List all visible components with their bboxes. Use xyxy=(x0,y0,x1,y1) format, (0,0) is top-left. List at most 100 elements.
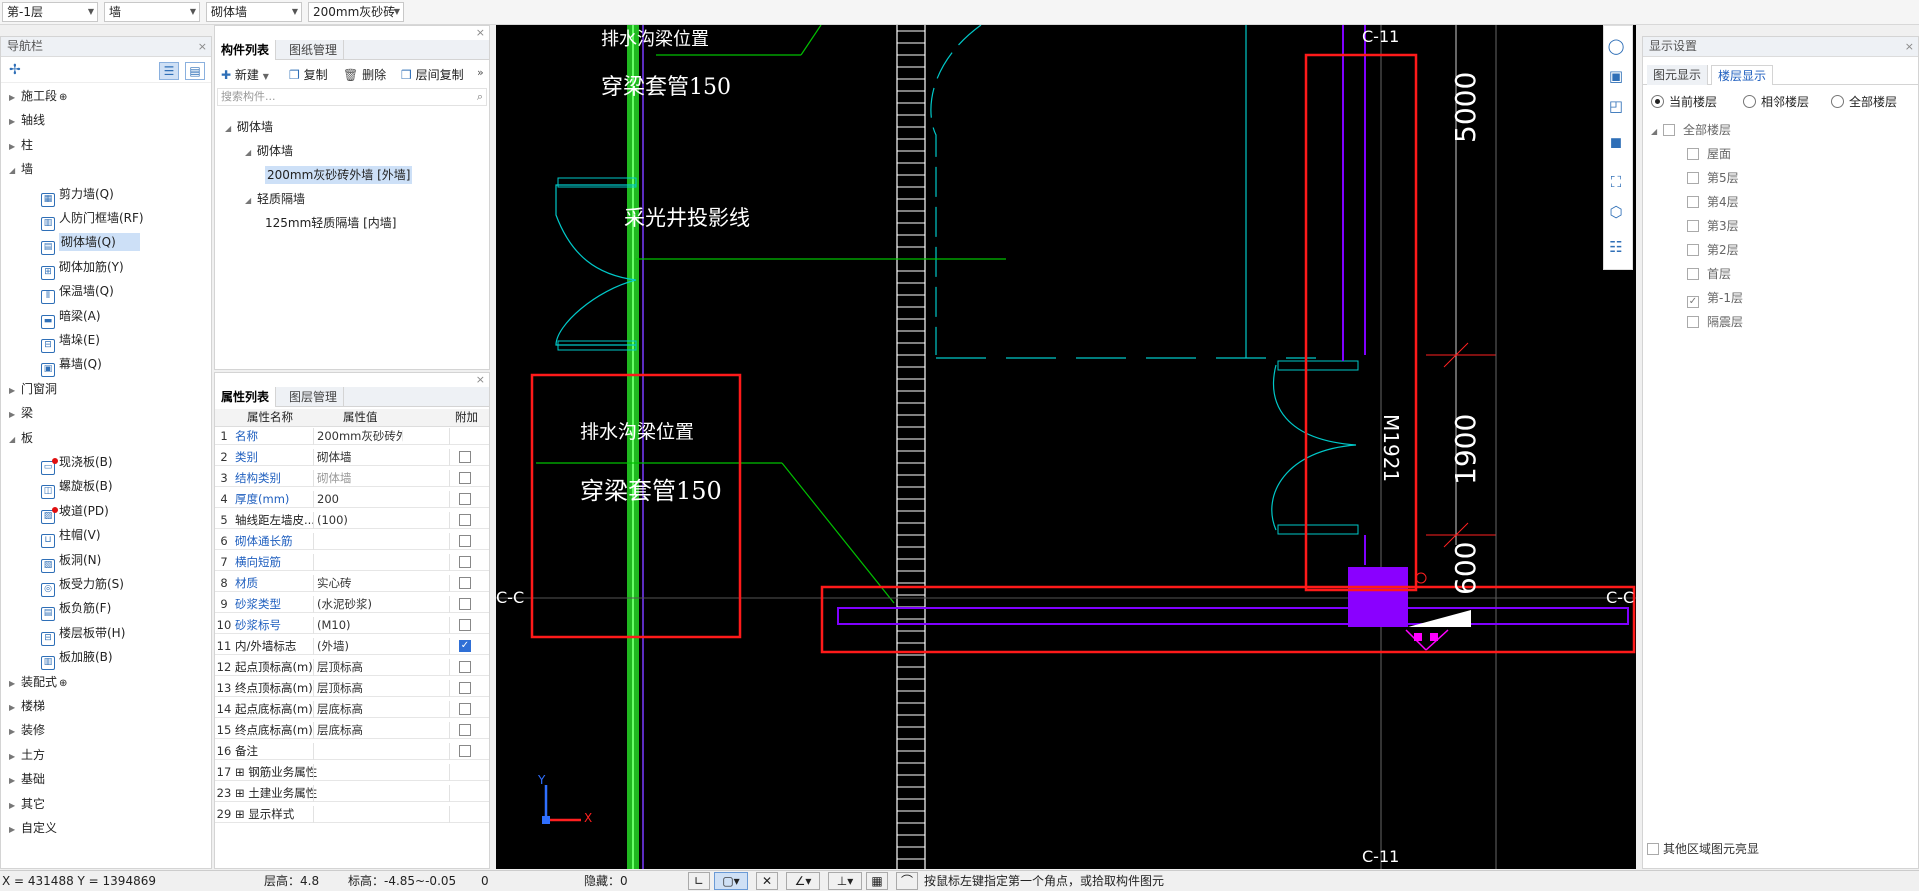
chevron-down-icon[interactable]: ◢ xyxy=(225,118,237,140)
cube-shaded-icon[interactable]: ◼ xyxy=(1603,130,1629,154)
nav-item[interactable]: ▶ 门窗洞 xyxy=(9,378,57,400)
nav-item[interactable]: ◢ 墙 xyxy=(9,158,33,180)
property-checkbox[interactable] xyxy=(459,472,471,484)
floor-radio-option[interactable]: 相邻楼层 xyxy=(1743,91,1809,113)
property-row[interactable]: 11 内/外墙标志 (外墙) ✓ xyxy=(215,638,489,655)
pin-icon[interactable]: ✢ xyxy=(9,62,21,78)
tab-component-list[interactable]: 构件列表 xyxy=(215,40,277,60)
floor-item[interactable]: 首层 xyxy=(1687,263,1731,285)
close-icon[interactable]: × xyxy=(198,37,207,56)
radio-button[interactable] xyxy=(1743,95,1756,108)
nav-item[interactable]: ▥ 人防门框墙(RF) xyxy=(41,207,144,231)
nav-item[interactable]: ▶ 装修 xyxy=(9,719,45,741)
highlight-other-checkbox[interactable] xyxy=(1647,843,1659,855)
property-checkbox[interactable] xyxy=(459,556,471,568)
floor-item[interactable]: 隔震层 xyxy=(1687,311,1743,333)
floor-checkbox[interactable] xyxy=(1687,172,1699,184)
floor-radio-option[interactable]: 全部楼层 xyxy=(1831,91,1897,113)
copy-button[interactable]: ❐ 复制 xyxy=(289,66,328,84)
property-row[interactable]: 12 起点顶标高(m) 层顶标高 xyxy=(215,659,489,676)
component-select[interactable]: 200mm灰砂砖 ▼ xyxy=(308,2,404,22)
nav-item[interactable]: ▶ 轴线 xyxy=(9,109,45,131)
highlight-other-toggle[interactable]: 其他区域图元亮显 xyxy=(1647,840,1759,857)
floor-item[interactable]: ✓ 第-1层 xyxy=(1687,287,1743,309)
delete-button[interactable]: 🗑 删除 xyxy=(343,66,386,84)
orbit-icon[interactable]: ◯ xyxy=(1603,34,1629,58)
close-icon[interactable]: × xyxy=(215,373,489,387)
chevron-down-icon[interactable]: ◢ xyxy=(245,142,257,164)
chevron-right-icon[interactable]: ▶ xyxy=(9,673,21,695)
tab-element-display[interactable]: 图元显示 xyxy=(1647,65,1709,85)
nav-item[interactable]: ▶ 自定义 xyxy=(9,817,57,839)
cube-icon[interactable]: ◰ xyxy=(1603,94,1629,118)
property-checkbox[interactable] xyxy=(459,451,471,463)
property-value[interactable]: 层顶标高 xyxy=(317,659,403,675)
nav-item[interactable]: ▤ 砌体墙(Q) xyxy=(41,231,140,256)
property-row[interactable]: 17 ⊞ 钢筋业务属性 xyxy=(215,764,489,781)
property-row[interactable]: 3 结构类别 砌体墙 xyxy=(215,470,489,487)
view-cube-icon[interactable]: ⬡ xyxy=(1603,200,1629,224)
property-checkbox[interactable]: ✓ xyxy=(459,640,471,652)
chevron-right-icon[interactable]: ▶ xyxy=(9,819,21,841)
3d-icon[interactable]: ▣ xyxy=(1603,64,1629,88)
component-tree-item[interactable]: 125mm轻质隔墙 [内墙] xyxy=(265,212,396,234)
property-checkbox[interactable] xyxy=(459,514,471,526)
nav-item[interactable]: ◫ 螺旋板(B) xyxy=(41,475,113,500)
nav-item[interactable]: ▥ 板加腋(B) xyxy=(41,646,113,671)
nav-item[interactable]: ⊔ 柱帽(V) xyxy=(41,524,101,549)
property-checkbox[interactable] xyxy=(459,745,471,757)
settings-list-icon[interactable]: ☷ xyxy=(1603,235,1629,259)
property-row[interactable]: 2 类别 砌体墙 xyxy=(215,449,489,466)
nav-item[interactable]: ▦ 剪力墙(Q) xyxy=(41,183,114,207)
angle-icon[interactable]: ∠▾ xyxy=(786,872,820,890)
snap-icon[interactable]: ▢▾ xyxy=(714,872,748,890)
component-tree-item[interactable]: ◢ 轻质隔墙 xyxy=(245,188,305,210)
dimension-icon[interactable]: ⊥▾ xyxy=(828,872,862,890)
floor-item[interactable]: 第3层 xyxy=(1687,215,1739,237)
nav-item[interactable]: ▬ 暗梁(A) xyxy=(41,305,101,329)
property-row[interactable]: 6 砌体通长筋 xyxy=(215,533,489,550)
nav-item[interactable]: ⊞ 砌体加筋(Y) xyxy=(41,256,124,280)
floor-item[interactable]: 第2层 xyxy=(1687,239,1739,261)
new-button[interactable]: ✚ 新建 ▼ xyxy=(221,66,269,86)
property-value[interactable]: 200mm灰砂砖外... xyxy=(317,428,403,444)
curve-icon[interactable]: ⌒ xyxy=(896,872,918,890)
chevron-right-icon[interactable]: ▶ xyxy=(9,111,21,133)
property-row[interactable]: 9 砂浆类型 (水泥砂浆) xyxy=(215,596,489,613)
chevron-down-icon[interactable]: ◢ xyxy=(9,429,21,451)
property-row[interactable]: 4 厚度(mm) 200 xyxy=(215,491,489,508)
component-tree-item[interactable]: ◢ 砌体墙 xyxy=(225,116,273,138)
floor-checkbox[interactable] xyxy=(1687,148,1699,160)
floor-item[interactable]: 第5层 xyxy=(1687,167,1739,189)
nav-item[interactable]: ▣ 幕墙(Q) xyxy=(41,353,102,378)
property-checkbox[interactable] xyxy=(459,598,471,610)
list-view-icon[interactable]: ☰ xyxy=(159,62,179,80)
property-row[interactable]: 1 名称 200mm灰砂砖外... xyxy=(215,428,489,445)
property-value[interactable]: (水泥砂浆) xyxy=(317,596,403,612)
property-checkbox[interactable] xyxy=(459,577,471,589)
tab-layer-management[interactable]: 图层管理 xyxy=(283,387,345,407)
component-tree-item[interactable]: ◢ 砌体墙 xyxy=(245,140,293,162)
chevron-right-icon[interactable]: ▶ xyxy=(9,795,21,817)
radio-button[interactable] xyxy=(1831,95,1844,108)
radio-button[interactable] xyxy=(1651,95,1664,108)
floor-checkbox[interactable] xyxy=(1687,196,1699,208)
floor-item[interactable]: 第4层 xyxy=(1687,191,1739,213)
property-row[interactable]: 15 终点底标高(m) 层底标高 xyxy=(215,722,489,739)
grid-icon[interactable]: ▦ xyxy=(866,872,888,890)
property-row[interactable]: 23 ⊞ 土建业务属性 xyxy=(215,785,489,802)
root-floor-item[interactable]: ◢ 全部楼层 xyxy=(1651,119,1731,141)
chevron-down-icon[interactable]: ◢ xyxy=(9,160,21,182)
property-value[interactable]: (外墙) xyxy=(317,638,403,654)
zoom-extents-icon[interactable]: ⛶ xyxy=(1603,170,1629,194)
nav-item[interactable]: ▤ 板负筋(F) xyxy=(41,597,111,622)
nav-item[interactable]: ⦀ 保温墙(Q) xyxy=(41,280,114,305)
nav-item[interactable]: ▶ 施工段 ⊕ xyxy=(9,85,67,107)
drawing-canvas[interactable]: 排水沟梁位置 穿梁套管150 采光井投影线 排水沟梁位置 穿梁套管150 C-1… xyxy=(496,25,1636,869)
floor-checkbox[interactable] xyxy=(1687,244,1699,256)
nav-item[interactable]: ▶ 梁 xyxy=(9,402,33,424)
chevron-right-icon[interactable]: ▶ xyxy=(9,380,21,402)
expand-icon[interactable]: ⊞ xyxy=(235,786,248,800)
property-checkbox[interactable] xyxy=(459,535,471,547)
ortho-icon[interactable]: ∟ xyxy=(688,872,710,890)
